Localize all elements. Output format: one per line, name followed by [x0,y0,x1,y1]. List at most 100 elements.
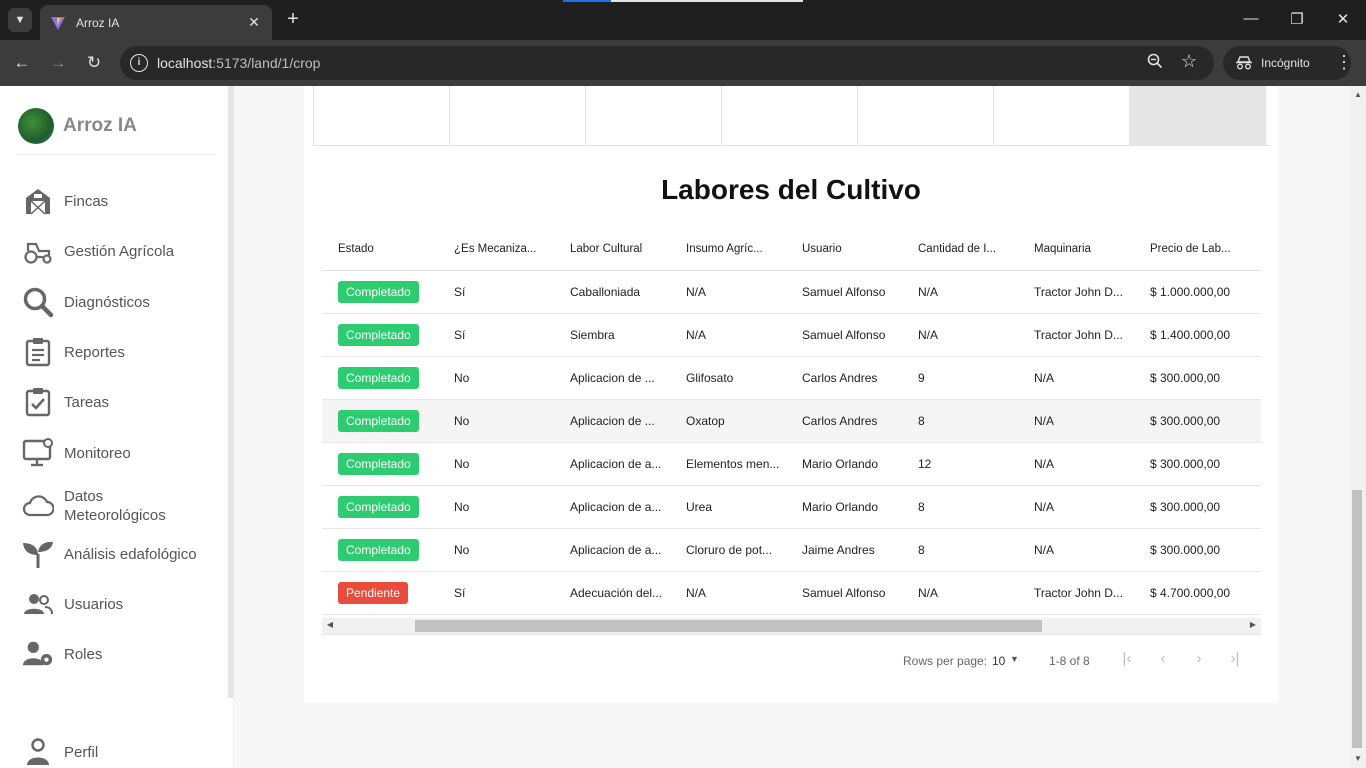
scroll-right-arrow-icon[interactable]: ▶ [1247,620,1259,629]
cell-estado: Completado [322,324,438,346]
sidebar-item-tareas[interactable]: Tareas [22,386,109,418]
scroll-down-arrow-icon[interactable]: ▼ [1352,754,1364,763]
table-row[interactable]: Pendiente Sí Adecuación del... N/A Samuel Al… [322,572,1261,615]
reload-button[interactable]: ↻ [83,52,105,74]
cell-labor: Caballoniada [570,285,641,299]
cell-insumo: N/A [686,586,707,600]
table-row[interactable]: Completado No Aplicacion de a... Urea Mario … [322,486,1261,529]
window-top-accent-blue [563,0,611,2]
sidebar-item-fincas[interactable]: Fincas [22,185,108,217]
column-header[interactable]: Estado [322,243,438,255]
sidebar-item-label: Gestión Agrícola [64,242,175,260]
chevron-down-icon[interactable]: ▼ [1010,654,1019,664]
table-row[interactable]: Completado Sí Siembra N/A Samuel Alfonso N/A T… [322,314,1261,357]
address-bar[interactable]: i localhost:5173/land/1/crop ☆ [120,46,1214,80]
sidebar-item-label-line1: Datos [64,488,104,505]
sidebar-item-label-line2: Meteorológicos [64,507,166,524]
column-header[interactable]: Maquinaria [1018,243,1134,255]
sidebar-item-roles[interactable]: Roles [22,638,102,670]
grid-cell [1130,86,1266,145]
site-info-icon[interactable]: i [130,54,148,72]
sidebar-item-label: Perfil [64,743,99,761]
sidebar-item-reportes[interactable]: Reportes [22,336,125,368]
sidebar-item-monitoreo[interactable]: Monitoreo [22,437,131,469]
cell-precio: $ 300.000,00 [1150,543,1221,557]
tab-close-icon[interactable]: ✕ [246,14,262,31]
column-header[interactable]: Precio de Lab... [1134,243,1261,255]
barn-icon [22,185,54,217]
cell-usuario: Samuel Alfonso [802,285,886,299]
status-badge: Completado [338,496,419,518]
column-header[interactable]: ¿Es Mecaniza... [438,243,554,255]
table-row[interactable]: Completado No Aplicacion de ... Oxatop Carlo… [322,400,1261,443]
new-tab-button[interactable]: + [282,9,304,31]
table-row[interactable]: Completado No Aplicacion de a... Elementos … [322,443,1261,486]
sidebar-item-perfil[interactable]: Perfil [22,736,98,768]
page-viewport: Arroz IA Fincas Gestión Agrícola Diagnós… [0,86,1366,768]
cell-maquinaria: N/A [1034,414,1055,428]
status-badge: Completado [338,410,419,432]
users-icon [22,588,54,620]
table-row[interactable]: Completado Sí Caballoniada N/A Samuel Alfons… [322,271,1261,314]
browser-tab-strip: ▼ Arroz IA ✕ + — ❐ ✕ [0,0,1366,40]
sidebar-item-gestion-agricola[interactable]: Gestión Agrícola [22,235,174,267]
user-gear-icon [22,638,54,670]
page-scroll-thumb[interactable] [1352,490,1362,748]
cell-maquinaria: Tractor John D... [1034,328,1123,342]
column-header[interactable]: Usuario [786,243,902,255]
sidebar-scrollbar[interactable] [228,86,234,698]
zoom-icon[interactable] [1147,53,1163,74]
forward-button[interactable]: → [47,52,69,74]
restore-button[interactable]: ❐ [1287,10,1307,28]
cell-labor: Siembra [570,328,615,342]
scroll-up-arrow-icon[interactable]: ▲ [1352,90,1364,99]
sidebar-item-analisis-edafologico[interactable]: Análisis edafológico [22,538,197,570]
vite-favicon-icon [51,16,65,30]
sidebar-item-diagnosticos[interactable]: Diagnósticos [22,286,150,318]
close-window-button[interactable]: ✕ [1333,10,1353,28]
tab-search-button[interactable]: ▼ [8,8,32,32]
previous-grid-bottom [313,86,1270,146]
sidebar-item-datos-meteorologicos[interactable]: Datos Meteorológicos [22,487,166,525]
cell-insumo: Oxatop [686,414,725,428]
column-header[interactable]: Cantidad de I... [902,243,1018,255]
table-row[interactable]: Completado No Aplicacion de ... Glifosato Ca… [322,357,1261,400]
table-row[interactable]: Completado No Aplicacion de a... Cloruro de… [322,529,1261,572]
table-horizontal-scrollbar[interactable]: ◀ ▶ [322,618,1261,634]
cell-precio: $ 1.400.000,00 [1150,328,1231,342]
minimize-button[interactable]: — [1241,10,1261,27]
cell-precio: $ 4.700.000,00 [1150,586,1231,600]
tractor-icon [22,235,54,267]
first-page-button[interactable]: |‹ [1118,649,1136,669]
brand[interactable]: Arroz IA [18,108,137,144]
rows-per-page-select[interactable]: 10 [992,654,1005,668]
bookmark-star-icon[interactable]: ☆ [1181,51,1197,72]
cell-labor: Aplicacion de a... [570,500,662,514]
page-range: 1-8 of 8 [1049,654,1090,668]
scroll-left-arrow-icon[interactable]: ◀ [324,620,336,629]
cell-cantidad: 12 [918,457,932,471]
back-button[interactable]: ← [11,52,33,74]
sidebar-item-usuarios[interactable]: Usuarios [22,588,123,620]
status-badge: Completado [338,367,419,389]
previous-page-button[interactable]: ‹ [1154,649,1172,669]
column-header[interactable]: Labor Cultural [554,243,670,255]
last-page-button[interactable]: ›| [1226,649,1244,669]
cell-labor: Adecuación del... [570,586,663,600]
url-text[interactable]: localhost:5173/land/1/crop [157,55,320,71]
browser-menu-button[interactable]: ⋮ [1335,52,1353,72]
cell-insumo: Glifosato [686,371,734,385]
cell-mecanizada: Sí [454,586,466,600]
next-page-button[interactable]: › [1190,649,1208,669]
incognito-indicator[interactable]: Incógnito [1223,46,1351,80]
sidebar-item-label: Reportes [64,343,125,361]
grid-cell [450,86,586,145]
horizontal-scroll-thumb[interactable] [415,620,1042,632]
sidebar-item-label: Análisis edafológico [64,545,197,563]
brand-logo [18,108,54,144]
cell-mecanizada: No [454,414,470,428]
cell-mecanizada: No [454,500,470,514]
column-header[interactable]: Insumo Agríc... [670,243,786,255]
cell-maquinaria: N/A [1034,457,1055,471]
browser-tab[interactable]: Arroz IA ✕ [40,5,272,40]
